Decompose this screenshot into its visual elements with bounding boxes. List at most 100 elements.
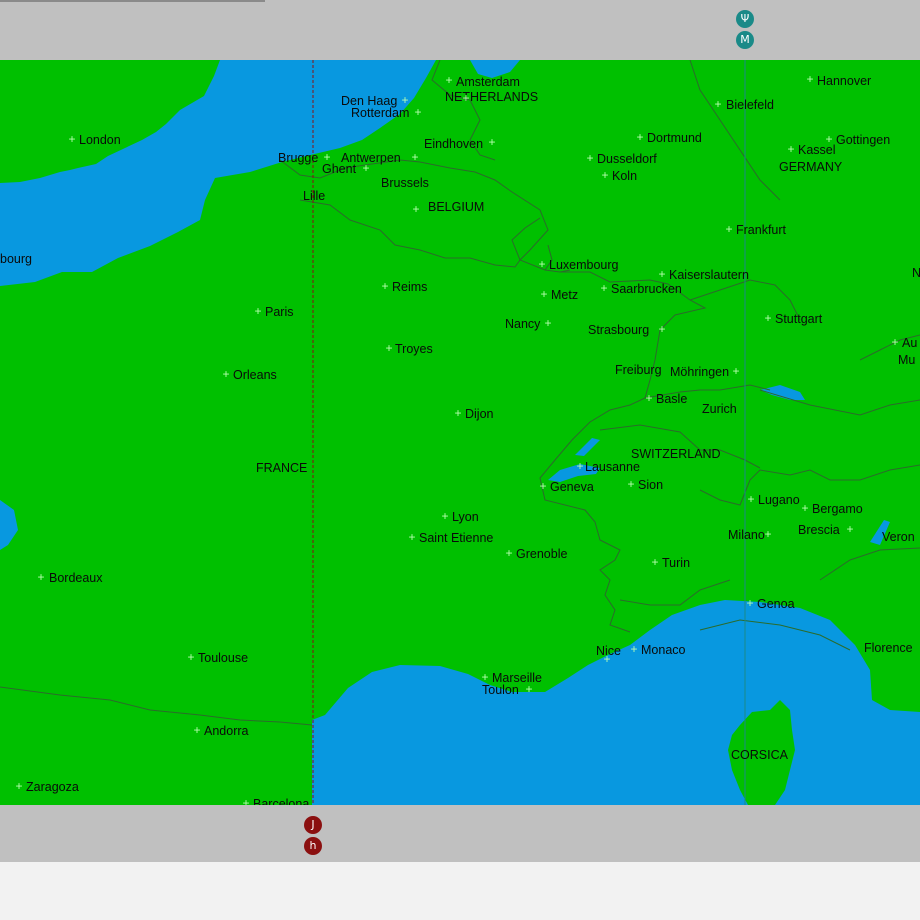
city-marker: + (441, 509, 449, 523)
city-label: Geneva (550, 480, 594, 494)
cursor-b-top-handle[interactable]: J (304, 816, 322, 834)
city-marker: + (15, 779, 23, 793)
city-label: Andorra (204, 724, 249, 738)
city-marker: + (222, 367, 230, 381)
cursor-a-bottom-handle[interactable]: M (736, 31, 754, 49)
city-label: Rotterdam (351, 106, 410, 120)
city-marker: + (732, 364, 740, 378)
city-marker: + (714, 97, 722, 111)
cursor-a-top-handle[interactable]: Ψ (736, 10, 754, 28)
city-label: Reims (392, 280, 428, 294)
city-marker: + (445, 73, 453, 87)
city-marker: + (401, 93, 409, 107)
city-marker: + (891, 335, 899, 349)
city-marker: + (576, 459, 584, 473)
city-label: Basle (656, 392, 688, 406)
city-label: Brussels (381, 176, 429, 190)
city-label: Lugano (758, 493, 800, 507)
city-label: Saint Etienne (419, 531, 494, 545)
city-marker: + (801, 501, 809, 515)
city-marker: + (600, 281, 608, 295)
status-area (0, 862, 920, 920)
city-marker: + (68, 132, 76, 146)
city-label: Lyon (452, 510, 479, 524)
city-label: Kaiserslautern (669, 268, 749, 282)
city-label: Florence (864, 641, 913, 655)
city-marker: + (846, 522, 854, 536)
city-marker: + (385, 341, 393, 355)
city-marker: + (411, 150, 419, 164)
city-marker: + (630, 642, 638, 656)
city-label: Monaco (641, 643, 686, 657)
city-label: Ghent (322, 162, 357, 176)
city-label: Orleans (233, 368, 277, 382)
city-label: Luxembourg (549, 258, 619, 272)
city-label: bourg (0, 252, 32, 266)
map-view[interactable]: NETHERLANDS BELGIUM GERMANY FRANCE SWITZ… (0, 60, 920, 805)
country-label-france: FRANCE (256, 461, 308, 475)
city-marker: + (193, 723, 201, 737)
city-marker: + (645, 391, 653, 405)
country-label-germany: GERMANY (779, 160, 843, 174)
city-marker: + (746, 596, 754, 610)
city-marker: + (636, 130, 644, 144)
city-label: Bielefeld (726, 98, 774, 112)
city-marker: + (525, 682, 533, 696)
city-marker: + (658, 322, 666, 336)
city-marker: + (381, 279, 389, 293)
city-marker: + (362, 161, 370, 175)
city-label: Mu (898, 353, 916, 367)
city-label: Veron (882, 530, 915, 544)
city-marker: + (242, 796, 250, 805)
city-marker: + (825, 132, 833, 146)
city-label: Lausanne (585, 460, 640, 474)
city-label: Möhringen (670, 365, 730, 379)
city-label: Frankfurt (736, 223, 787, 237)
city-label: Bordeaux (49, 571, 103, 585)
city-label: Brugge (278, 151, 319, 165)
city-label: Toulon (482, 683, 519, 697)
city-label: Turin (662, 556, 691, 570)
city-label: Gottingen (836, 133, 891, 147)
cursor-b-bottom-handle[interactable]: h (304, 837, 322, 855)
city-marker: + (539, 479, 547, 493)
city-marker: + (505, 546, 513, 560)
city-marker: + (658, 267, 666, 281)
city-label: Eindhoven (424, 137, 484, 151)
city-marker: + (187, 650, 195, 664)
city-label: London (79, 133, 121, 147)
city-label: Dortmund (647, 131, 702, 145)
city-label: Genoa (757, 597, 795, 611)
city-marker: + (454, 406, 462, 420)
city-marker: + (651, 555, 659, 569)
city-label: Troyes (395, 342, 433, 356)
city-marker: + (414, 105, 422, 119)
city-marker: + (747, 492, 755, 506)
city-label: Toulouse (198, 651, 249, 665)
city-marker: + (540, 287, 548, 301)
city-marker: + (412, 202, 420, 216)
city-label: Nancy (505, 317, 541, 331)
country-label-switzerland: SWITZERLAND (631, 447, 721, 461)
city-label: N (912, 266, 920, 280)
city-marker: + (603, 652, 611, 666)
city-marker: + (806, 72, 814, 86)
country-label-corsica: CORSICA (731, 748, 788, 762)
city-label: Amsterdam (456, 75, 520, 89)
city-marker: + (37, 570, 45, 584)
top-toolbar (0, 0, 920, 60)
city-marker: + (627, 477, 635, 491)
city-label: Koln (612, 169, 638, 183)
city-marker: + (488, 135, 496, 149)
scroll-indicator[interactable] (0, 0, 265, 2)
city-marker: + (787, 142, 795, 156)
city-label: Strasbourg (588, 323, 650, 337)
city-marker: + (323, 150, 331, 164)
city-label: Au (902, 336, 918, 350)
city-label: Zaragoza (26, 780, 79, 794)
city-label: Brescia (798, 523, 840, 537)
city-label: Grenoble (516, 547, 568, 561)
city-label: Saarbrucken (611, 282, 682, 296)
city-label: Zurich (702, 402, 737, 416)
city-marker: + (462, 91, 470, 105)
